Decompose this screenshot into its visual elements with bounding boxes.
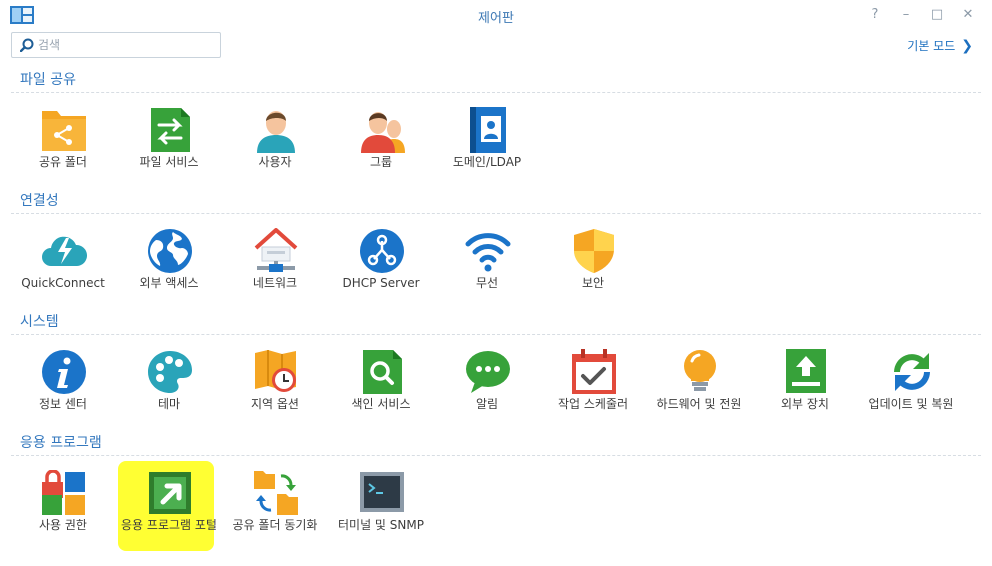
chevron-right-icon: ❯: [961, 38, 973, 54]
item-label: 외부 장치: [781, 397, 829, 411]
item-label: 사용자: [258, 155, 292, 169]
external-device-upload-icon: [786, 349, 826, 393]
item-wireless[interactable]: 무선: [435, 228, 539, 298]
item-theme[interactable]: 테마: [117, 349, 221, 419]
item-security[interactable]: 보안: [541, 228, 645, 298]
regional-map-clock-icon: [255, 350, 296, 392]
item-user[interactable]: 사용자: [223, 107, 327, 177]
item-group[interactable]: 그룹: [329, 107, 433, 177]
item-label: 보안: [581, 276, 605, 290]
item-update-restore[interactable]: 업데이트 및 복원: [859, 349, 963, 419]
item-application-portal[interactable]: 응용 프로그램 포털: [117, 470, 221, 540]
item-label: 정보 센터: [39, 397, 87, 411]
item-label: 하드웨어 및 전원: [656, 397, 742, 411]
user-icon: [257, 111, 295, 153]
close-button[interactable]: ✕: [959, 6, 977, 24]
quickconnect-icon: [42, 236, 87, 266]
item-quickconnect[interactable]: QuickConnect: [11, 228, 115, 298]
basic-mode-label: 기본 모드: [907, 39, 956, 53]
item-label: 사용 권한: [39, 518, 87, 532]
section-divider: [11, 455, 981, 456]
application-portal-icon: [149, 472, 191, 514]
item-label: 외부 액세스: [139, 276, 199, 290]
item-label: 공유 폴더 동기화: [232, 518, 318, 532]
help-button[interactable]: ?: [866, 6, 884, 24]
item-task-scheduler[interactable]: 작업 스케줄러: [541, 349, 645, 419]
item-label: 무선: [475, 276, 499, 290]
item-info-center[interactable]: 정보 센터: [11, 349, 115, 419]
item-label: 테마: [157, 397, 181, 411]
item-indexing-service[interactable]: 색인 서비스: [329, 349, 433, 419]
item-file-services[interactable]: 파일 서비스: [117, 107, 221, 177]
section-title-connectivity: 연결성: [20, 193, 59, 209]
item-label: 작업 스케줄러: [557, 397, 629, 411]
window-titlebar: 제어판 ? – □ ✕: [0, 0, 992, 30]
search-box[interactable]: [11, 32, 221, 58]
item-regional-options[interactable]: 지역 옵션: [223, 349, 327, 419]
shared-folder-icon: [42, 111, 86, 151]
item-network[interactable]: 네트워크: [223, 228, 327, 298]
item-label: 업데이트 및 복원: [868, 397, 954, 411]
update-refresh-icon: [894, 353, 930, 391]
maximize-button[interactable]: □: [928, 6, 946, 24]
item-label: 도메인/LDAP: [452, 155, 522, 169]
section-divider: [11, 92, 981, 93]
item-label: 공유 폴더: [39, 155, 87, 169]
item-label: 파일 서비스: [139, 155, 199, 169]
section-title-applications: 응용 프로그램: [20, 435, 102, 451]
search-input[interactable]: [38, 36, 213, 54]
item-notification[interactable]: 알림: [435, 349, 539, 419]
section-divider: [11, 334, 981, 335]
item-label: 터미널 및 SNMP: [338, 518, 424, 532]
item-label: 색인 서비스: [351, 397, 411, 411]
section-title-file-sharing: 파일 공유: [20, 72, 76, 88]
palette-icon: [148, 351, 192, 393]
info-icon: [42, 350, 86, 394]
search-icon: [20, 38, 34, 52]
section-divider: [11, 213, 981, 214]
item-label: 그룹: [369, 155, 393, 169]
item-label: 지역 옵션: [251, 397, 299, 411]
minimize-button[interactable]: –: [897, 6, 915, 24]
basic-mode-link[interactable]: 기본 모드 ❯: [907, 37, 973, 54]
item-label: QuickConnect: [21, 276, 105, 290]
lightbulb-icon: [684, 350, 716, 391]
item-label: 네트워크: [252, 276, 298, 290]
section-title-system: 시스템: [20, 314, 59, 330]
item-terminal-snmp[interactable]: 터미널 및 SNMP: [329, 470, 433, 540]
terminal-icon: [360, 472, 404, 512]
network-home-icon: [254, 228, 298, 272]
item-label: 응용 프로그램 포털: [121, 518, 217, 532]
item-domain-ldap[interactable]: 도메인/LDAP: [435, 107, 539, 177]
item-external-devices[interactable]: 외부 장치: [753, 349, 857, 419]
shield-icon: [574, 229, 614, 273]
item-external-access[interactable]: 외부 액세스: [117, 228, 221, 298]
chat-bubble-icon: [466, 351, 510, 393]
calendar-check-icon: [572, 349, 616, 394]
item-shared-folder[interactable]: 공유 폴더: [11, 107, 115, 177]
item-hardware-power[interactable]: 하드웨어 및 전원: [647, 349, 751, 419]
item-label: 알림: [475, 397, 499, 411]
domain-ldap-icon: [470, 107, 506, 153]
file-services-icon: [151, 108, 190, 152]
item-label: DHCP Server: [342, 276, 420, 290]
dhcp-server-icon: [360, 229, 404, 273]
item-dhcp-server[interactable]: DHCP Server: [329, 228, 433, 298]
wifi-icon: [465, 233, 511, 272]
group-icon: [361, 112, 405, 153]
globe-icon: [148, 229, 192, 273]
indexing-search-icon: [363, 350, 402, 394]
window-title: 제어판: [478, 11, 514, 26]
item-shared-folder-sync[interactable]: 공유 폴더 동기화: [223, 470, 327, 540]
item-privileges[interactable]: 사용 권한: [11, 470, 115, 540]
privileges-lock-grid-icon: [42, 470, 85, 515]
shared-folder-sync-icon: [254, 471, 298, 515]
